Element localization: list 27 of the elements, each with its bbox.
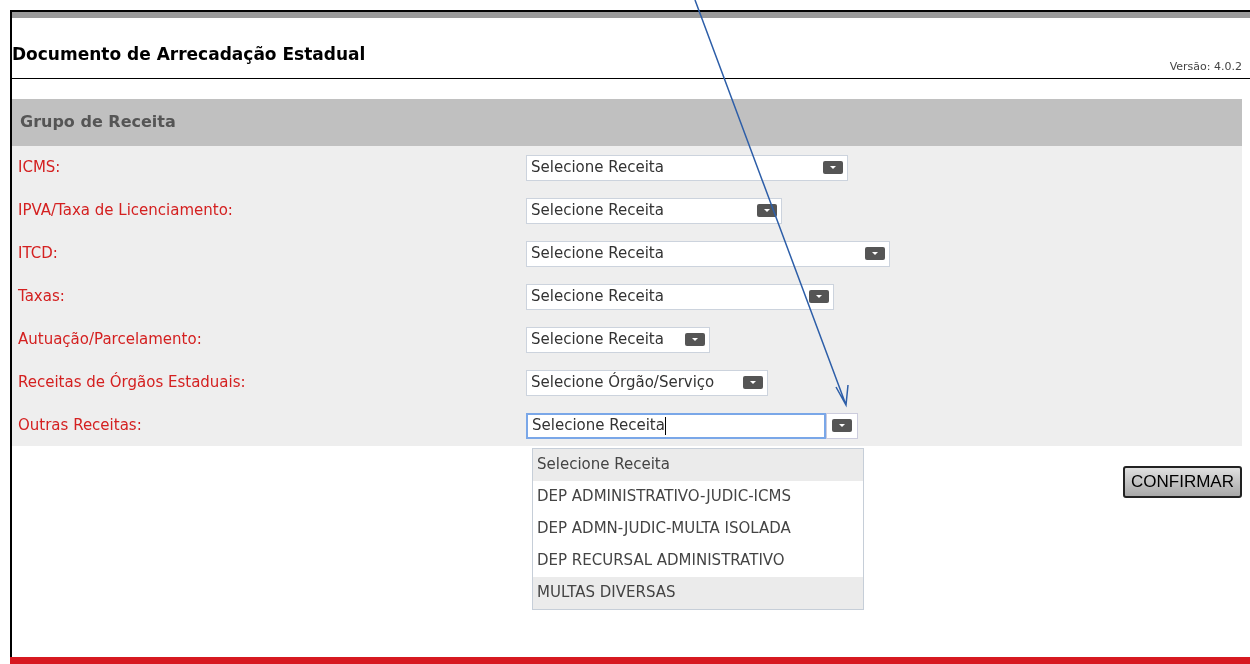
select-field[interactable]: Selecione Receita	[526, 326, 710, 353]
field-label: Taxas:	[17, 286, 66, 308]
field-label: ICMS:	[17, 157, 62, 179]
dropdown-option[interactable]: Selecione Receita	[533, 448, 863, 481]
version-label: Versão: 4.0.2	[1169, 59, 1242, 75]
select-field[interactable]: Selecione Receita	[526, 412, 826, 439]
confirm-button[interactable]: CONFIRMAR	[1123, 465, 1242, 498]
dropdown-toggle[interactable]	[826, 412, 858, 439]
field-label: IPVA/Taxa de Licenciamento:	[17, 200, 234, 222]
select-field[interactable]: Selecione Receita	[526, 240, 890, 267]
dropdown-option[interactable]: MULTAS DIVERSAS	[533, 576, 863, 609]
select-field[interactable]: Selecione Receita	[526, 154, 848, 181]
field-label: Autuação/Parcelamento:	[17, 329, 203, 351]
field-label: ITCD:	[17, 243, 59, 265]
page-title: Documento de Arrecadação Estadual	[12, 43, 366, 66]
field-label: Receitas de Órgãos Estaduais:	[17, 371, 247, 394]
select-field[interactable]: Selecione Receita	[526, 283, 834, 310]
section-header: Grupo de Receita	[12, 98, 1242, 146]
caret-icon	[743, 376, 763, 389]
caret-icon	[809, 290, 829, 303]
field-label: Outras Receitas:	[17, 415, 143, 437]
select-field[interactable]: Selecione Receita	[526, 197, 782, 224]
caret-icon	[865, 247, 885, 260]
caret-icon	[823, 161, 843, 174]
caret-icon	[832, 419, 852, 432]
caret-icon	[685, 333, 705, 346]
select-field[interactable]: Selecione Órgão/Serviço	[526, 369, 768, 396]
